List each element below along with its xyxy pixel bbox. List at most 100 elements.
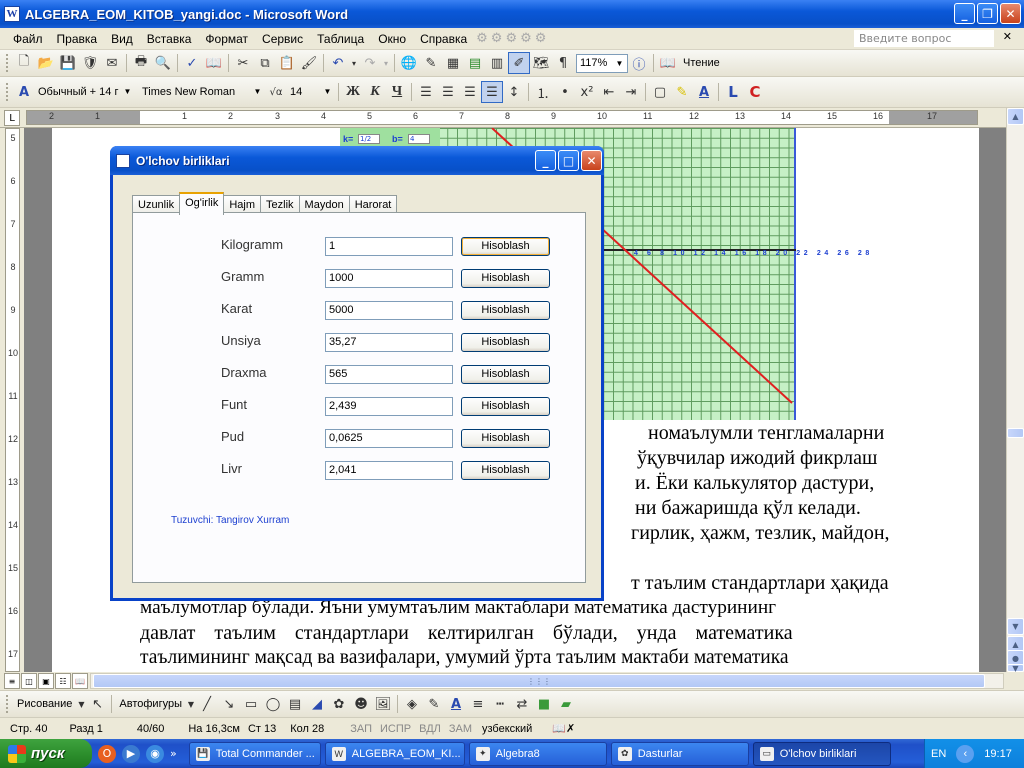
autoshapes-button[interactable]: Автофигуры [115, 698, 186, 710]
input-draxma[interactable]: 565 [325, 365, 453, 384]
arrow-style-icon[interactable]: ⇄ [511, 693, 533, 715]
save-icon[interactable]: 💾 [57, 52, 79, 74]
menu-window[interactable]: Окно [371, 29, 413, 49]
copy-icon[interactable]: ⧉ [254, 52, 276, 74]
align-left-icon[interactable]: ☰ [415, 81, 437, 103]
dialog-close-button[interactable]: ✕ [581, 150, 602, 171]
columns-icon[interactable]: ▥ [486, 52, 508, 74]
mail-icon[interactable]: ✉ [101, 52, 123, 74]
spelling-status-icon[interactable]: 📖✗ [552, 722, 575, 735]
minimize-button[interactable]: _ [954, 3, 975, 24]
menu-tools[interactable]: Сервис [255, 29, 310, 49]
line-style-icon[interactable]: ≡ [467, 693, 489, 715]
reading-view-icon[interactable]: 📖 [72, 673, 88, 689]
vertical-ruler[interactable]: 5 6 7 8 9 10 11 12 13 14 15 16 17 [0, 128, 24, 672]
hisoblash-button-gramm[interactable]: Hisoblash [461, 269, 550, 288]
status-ext[interactable]: ВДЛ [419, 723, 441, 735]
task-algebra8[interactable]: ✦ Algebra8 [468, 741, 607, 766]
tray-arrow-icon[interactable]: ‹ [956, 744, 975, 763]
new-icon[interactable]: 🗋 [13, 52, 35, 74]
underline-button[interactable]: Ч [386, 81, 408, 103]
menu-help[interactable]: Справка [413, 29, 474, 49]
outline-view-icon[interactable]: ☷ [55, 673, 71, 689]
permission-icon[interactable]: 🛡 [79, 52, 101, 74]
scroll-down-icon[interactable]: ▼ [1007, 618, 1024, 635]
math-icon[interactable]: C [744, 81, 766, 103]
input-funt[interactable]: 2,439 [325, 397, 453, 416]
borders-icon[interactable]: ▢ [649, 81, 671, 103]
horizontal-scroll-thumb[interactable]: ⋮⋮⋮ [93, 674, 985, 688]
normal-view-icon[interactable]: ≡ [4, 673, 20, 689]
research-icon[interactable]: 📖 [203, 52, 225, 74]
line-spacing-icon[interactable]: ↕ [503, 81, 525, 103]
equation-icon[interactable]: √α [265, 81, 287, 103]
clipart-icon[interactable]: ☻ [350, 693, 372, 715]
clear-format-icon[interactable]: x² [576, 81, 598, 103]
tables-borders-icon[interactable]: ✎ [420, 52, 442, 74]
diagram-icon[interactable]: ✿ [328, 693, 350, 715]
toolbar-grip[interactable] [6, 695, 9, 713]
font-combo[interactable]: Times New Roman ▼ [139, 83, 265, 102]
web-view-icon[interactable]: ◫ [21, 673, 37, 689]
increase-indent-icon[interactable]: ⇥ [620, 81, 642, 103]
spelling-icon[interactable]: ✓ [181, 52, 203, 74]
italic-button[interactable]: К [364, 81, 386, 103]
horizontal-ruler[interactable]: L 2 1 1 2 3 4 5 6 7 8 9 10 11 12 13 14 1… [0, 108, 1024, 128]
size-combo[interactable]: 14 ▼ [287, 83, 335, 102]
chevron-down-icon[interactable]: ▼ [76, 693, 86, 715]
menu-table[interactable]: Таблица [310, 29, 371, 49]
style-combo[interactable]: Обычный + 14 г ▼ [35, 83, 135, 102]
read-icon[interactable]: 📖 [657, 52, 679, 74]
input-unsiya[interactable]: 35,27 [325, 333, 453, 352]
line-icon[interactable]: ╱ [196, 693, 218, 715]
read-button[interactable]: Чтение [679, 57, 724, 69]
ask-question-input[interactable]: Введите вопрос [854, 30, 994, 47]
input-kilogramm[interactable]: 1 [325, 237, 453, 256]
menu-insert[interactable]: Вставка [140, 29, 199, 49]
styles-icon[interactable]: A [13, 81, 35, 103]
show-hide-icon[interactable]: ¶ [552, 52, 574, 74]
status-ovr[interactable]: ЗАМ [449, 723, 472, 735]
hisoblash-button-draxma[interactable]: Hisoblash [461, 365, 550, 384]
dialog-maximize-button[interactable]: □ [558, 150, 579, 171]
font-color-icon[interactable]: A [445, 693, 467, 715]
close-document-icon[interactable]: ✕ [1003, 30, 1012, 43]
justify-icon[interactable]: ☰ [481, 81, 503, 103]
task-total-commander[interactable]: 💾 Total Commander ... [188, 741, 321, 766]
bullets-icon[interactable]: • [554, 81, 576, 103]
hisoblash-button-funt[interactable]: Hisoblash [461, 397, 550, 416]
toolbar-grip[interactable] [6, 54, 9, 72]
next-page-icon[interactable]: ▼ [1007, 664, 1024, 673]
drawing-icon[interactable]: ✐ [508, 52, 530, 74]
hisoblash-button-livr[interactable]: Hisoblash [461, 461, 550, 480]
chevron-down-icon[interactable]: ▼ [321, 84, 334, 99]
vertical-scroll-thumb[interactable] [1007, 428, 1024, 438]
chevron-down-icon[interactable]: ▼ [121, 84, 134, 99]
undo-icon[interactable]: ↶ [327, 52, 349, 74]
input-pud[interactable]: 0,0625 [325, 429, 453, 448]
media-player-icon[interactable]: ▶ [122, 744, 140, 763]
hisoblash-button-kilogramm[interactable]: Hisoblash [461, 237, 550, 256]
print-icon[interactable]: 🖶 [130, 52, 152, 74]
wordart-icon[interactable]: ◢ [306, 693, 328, 715]
menu-file[interactable]: Файл [6, 29, 50, 49]
horizontal-scrollbar[interactable]: ≡ ◫ ▣ ☷ 📖 ⋮⋮⋮ [0, 672, 1006, 690]
toolbar-grip[interactable] [6, 83, 9, 101]
vertical-scrollbar[interactable]: ▲ ▼ ▲ ● ▼ [1006, 108, 1024, 673]
hisoblash-button-unsiya[interactable]: Hisoblash [461, 333, 550, 352]
scroll-up-icon[interactable]: ▲ [1007, 108, 1024, 125]
chevron-down-icon[interactable]: ▼ [613, 56, 626, 71]
undo-dropdown-icon[interactable]: ▾ [349, 52, 359, 74]
menu-edit[interactable]: Правка [50, 29, 105, 49]
ltr-icon[interactable]: L [722, 81, 744, 103]
input-gramm[interactable]: 1000 [325, 269, 453, 288]
dialog-minimize-button[interactable]: _ [535, 150, 556, 171]
close-button[interactable]: ✕ [1000, 3, 1021, 24]
document-map-icon[interactable]: 🗺 [530, 52, 552, 74]
print-preview-icon[interactable]: 🔍 [152, 52, 174, 74]
paste-icon[interactable]: 📋 [276, 52, 298, 74]
bold-button[interactable]: Ж [342, 81, 364, 103]
rectangle-icon[interactable]: ▭ [240, 693, 262, 715]
open-icon[interactable]: 📂 [35, 52, 57, 74]
hisoblash-button-karat[interactable]: Hisoblash [461, 301, 550, 320]
